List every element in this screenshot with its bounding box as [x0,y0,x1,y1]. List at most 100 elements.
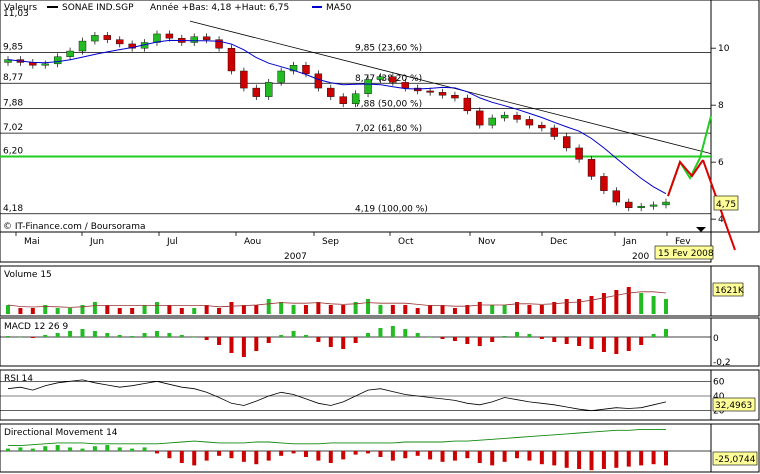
macd-bar [502,336,507,337]
candle-body [265,82,273,97]
macd-bar [18,337,23,338]
volume-bar [378,305,383,314]
candle-body [240,70,248,89]
dmi-bar [117,447,122,451]
macd-bar [167,333,172,337]
macd-bar [154,331,159,337]
macd-bar [142,333,147,337]
dmi-bar [353,451,358,455]
candle-body [327,87,335,97]
left-level-label: 4,18 [3,204,23,214]
volume-bar [390,305,395,314]
candle-body [612,190,621,203]
macd-bar [43,335,48,337]
candle-body [562,136,571,149]
volume-bar [490,305,495,314]
dmi-bar [241,451,246,462]
dmi-bar [154,451,159,454]
dmi-bar [465,451,470,459]
volume-bar [664,299,668,314]
macd-bar [241,337,246,357]
right-tick-label: 10 [718,44,730,54]
macd-bar [30,337,35,338]
candle-body [277,70,285,83]
dmi-bar [477,451,482,463]
dmi-bar [490,451,495,466]
dmi-bar [378,451,383,457]
date-axis: Mai Jun Jul Aou Sep Oct Nov Dec Jan Fev 2007 200 … [0,227,714,263]
volume-bar [328,305,333,314]
left-level-label: 11,03 [3,9,29,19]
volume-bar [229,302,234,314]
candle-body [351,93,360,104]
macd-bar [366,333,371,337]
candle-body [488,117,496,126]
macd-bar [353,337,358,343]
macd-bar [254,337,259,351]
macd-bar [664,329,668,337]
volume-bar [117,308,122,314]
rsi-panel: RSI 14 604020 32,4963 [0,369,760,421]
macd-bar [552,337,557,342]
left-level-label: 6,20 [3,146,23,156]
volume-bar [577,299,582,314]
dmi-bar [30,448,35,451]
macd-bar [179,335,184,337]
dmi-bar [92,446,97,451]
volume-bar [440,305,445,314]
macd-bar [341,337,346,349]
candle-body [78,40,87,52]
macd-bar [217,337,222,345]
macd-bar [291,331,296,337]
candle-body [662,201,670,206]
month-label: Fev [675,237,691,247]
dmi-bar [254,451,259,465]
chart-stage: Valeurs SONAE IND.SGP Année +Bas: 4,18 +… [0,0,760,474]
volume-bar [303,305,308,314]
candle-body [625,201,633,208]
dmi-bar [601,451,606,469]
dmi-bar [217,451,222,456]
macd-bar [403,329,408,337]
left-level-label: 9,85 [3,42,23,52]
candle-body [190,36,198,43]
dmi-bar [192,451,197,466]
macd-bar [651,334,656,337]
dmi-bar [390,451,395,461]
macd-bar [428,337,433,338]
last-price-value: 4,75 [716,200,736,210]
volume-bar [179,308,184,314]
macd-tick-neg: -0,2 [713,358,731,368]
volume-bar [217,308,222,314]
macd-bar [266,337,271,343]
dmi-bar [564,451,569,468]
volume-bar [241,305,246,314]
dmi-bar [55,445,60,451]
candle-body [451,95,459,99]
dmi-bar [266,451,271,461]
copyright-text: © IT-Finance.com / Boursorama [3,222,145,232]
dmi-bar [6,448,10,451]
dmi-bar [279,451,284,456]
dmi-bar [179,451,184,463]
month-label: Oct [398,237,414,247]
dmi-bar [552,451,557,466]
rsi-panel-frame [0,369,712,421]
right-tick-label: 6 [718,158,724,168]
volume-bar [341,305,346,314]
month-label: Jul [166,237,178,247]
candle-body [227,47,236,72]
dmi-bar [303,451,308,457]
month-label: Jan [622,237,637,247]
volume-bar [452,308,457,314]
macd-bar [527,334,532,337]
macd-bar [626,337,631,351]
volume-bar [366,299,371,314]
dmi-bar [341,451,346,460]
macd-bar [204,337,209,340]
price-panel-frame [0,0,712,233]
dmi-bar [664,451,668,466]
volume-bar [130,308,135,314]
month-label: Jun [89,237,104,247]
candle-body [66,50,74,57]
